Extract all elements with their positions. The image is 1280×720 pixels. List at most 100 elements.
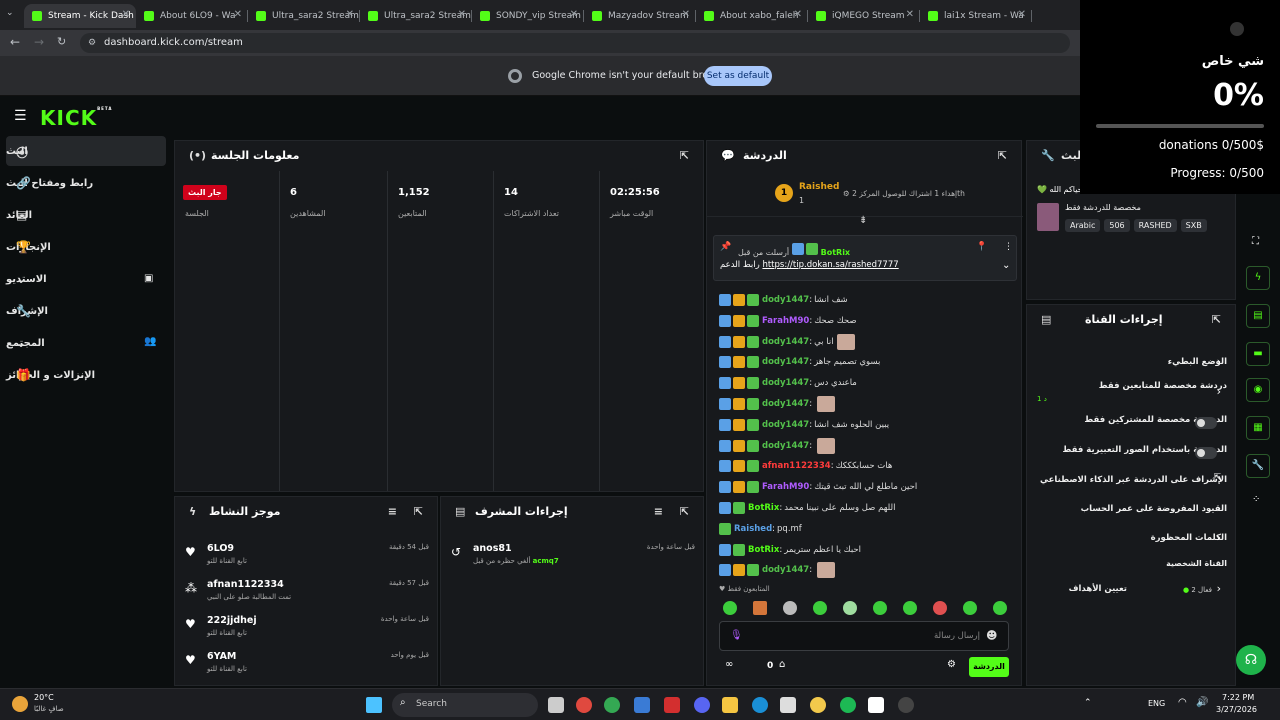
more-icon[interactable]: ⋮: [1004, 242, 1013, 252]
edge-icon[interactable]: [752, 697, 768, 713]
sidebar-item-moderation[interactable]: 🔧 الإشراف: [6, 296, 166, 326]
chat-username[interactable]: Raished: [734, 524, 772, 534]
app-icon[interactable]: [898, 697, 914, 713]
followers-only-row[interactable]: دردشة مخصصة للمتابعين فقط: [1037, 381, 1227, 399]
emoji-icon[interactable]: ☻: [986, 629, 997, 642]
reload-icon[interactable]: ↻: [57, 35, 66, 48]
wrench-icon[interactable]: 🔧: [1246, 454, 1270, 478]
tab[interactable]: SONDY_vip Stream ✕: [472, 4, 584, 28]
emote-icon[interactable]: [963, 601, 977, 615]
goals-row[interactable]: تعيين الأهداف: [1037, 584, 1127, 602]
chat-username[interactable]: dody1447: [762, 441, 809, 451]
close-icon[interactable]: ✕: [794, 9, 802, 20]
chrome-icon[interactable]: [576, 697, 592, 713]
emote-icon[interactable]: [813, 601, 827, 615]
popout-icon[interactable]: ⇱: [998, 149, 1007, 162]
spotify-icon[interactable]: [840, 697, 856, 713]
tab[interactable]: About 6LO9 - Wa ✕: [136, 4, 248, 28]
chat-username[interactable]: dody1447: [762, 295, 809, 305]
mod-action-by[interactable]: acmq7: [533, 557, 559, 565]
set-default-button[interactable]: Set as default: [704, 66, 772, 86]
banned-words-row[interactable]: الكلمات المحظورة: [1037, 533, 1227, 551]
close-icon[interactable]: ✕: [570, 9, 578, 20]
popout-icon[interactable]: ⇱: [1212, 313, 1221, 326]
activity-user[interactable]: 6YAM: [207, 651, 236, 662]
app-icon[interactable]: [634, 697, 650, 713]
tab[interactable]: About xabo_faleh ✕: [696, 4, 808, 28]
taskbar-search[interactable]: ⌕ Search: [392, 693, 538, 717]
chat-username[interactable]: FarahM90: [762, 316, 809, 326]
store-icon[interactable]: [780, 697, 796, 713]
tray-chevron-icon[interactable]: ⌃: [1084, 698, 1092, 708]
chat-username[interactable]: dody1447: [762, 337, 809, 347]
chevron-right-icon[interactable]: ›: [1217, 385, 1221, 398]
activity-user[interactable]: 6LO9: [207, 543, 234, 554]
fullscreen-icon[interactable]: ⛶: [1252, 236, 1259, 247]
chat-username[interactable]: BotRix: [748, 503, 779, 513]
chevron-down-icon[interactable]: ⌄: [1002, 260, 1010, 271]
chat-username[interactable]: dody1447: [762, 378, 809, 388]
slow-mode-row[interactable]: الوضع البطيء: [1037, 357, 1227, 375]
unpin-icon[interactable]: 📍: [976, 242, 987, 252]
language-indicator[interactable]: ENG: [1148, 699, 1165, 708]
pinned-user[interactable]: BotRix: [821, 248, 850, 257]
close-icon[interactable]: ✕: [234, 9, 242, 20]
tab[interactable]: Stream - Kick Dash ✕: [24, 4, 136, 28]
popout-icon[interactable]: ⇱: [414, 505, 423, 518]
subscribers-only-toggle[interactable]: [1195, 417, 1217, 429]
tag[interactable]: 506: [1104, 219, 1130, 232]
filter-icon[interactable]: ≡: [654, 505, 663, 518]
wifi-icon[interactable]: ◠: [1178, 697, 1187, 708]
chevron-right-icon[interactable]: ›: [1217, 582, 1221, 595]
chrome-icon[interactable]: [604, 697, 620, 713]
tab[interactable]: iQMEGO Stream ✕: [808, 4, 920, 28]
close-icon[interactable]: ✕: [346, 9, 354, 20]
app-icon[interactable]: [810, 697, 826, 713]
close-icon[interactable]: ✕: [122, 9, 130, 20]
chevron-right-icon[interactable]: ›: [1217, 531, 1221, 544]
folder-icon[interactable]: [722, 697, 738, 713]
tag[interactable]: RASHED: [1133, 219, 1177, 232]
goal-user[interactable]: Raished: [799, 182, 839, 192]
chat-username[interactable]: dody1447: [762, 399, 809, 409]
back-icon[interactable]: ←: [10, 35, 20, 49]
app-icon[interactable]: [868, 697, 884, 713]
clock-date[interactable]: 3/27/2026: [1216, 705, 1257, 714]
sidebar-item-achievements[interactable]: 🏆 الإنجازات: [6, 232, 166, 262]
emote-icon[interactable]: [993, 601, 1007, 615]
mod-action-user[interactable]: anos81: [473, 543, 512, 554]
sidebar-item-drops[interactable]: 🎁 الإنزالات و الجوائز: [6, 360, 166, 390]
emote-icon[interactable]: [753, 601, 767, 615]
acrobat-icon[interactable]: [664, 697, 680, 713]
sidebar-item-stream[interactable]: ⦿ البث: [6, 136, 166, 166]
lightning-icon[interactable]: ϟ: [1246, 266, 1270, 290]
sidebar-item-stream-key[interactable]: 🔗 رابط ومفتاح البث: [6, 168, 166, 198]
layout-icon[interactable]: ▦: [1246, 416, 1270, 440]
mic-icon[interactable]: 🎙: [730, 630, 743, 641]
chat-bubble-icon[interactable]: ▬: [1246, 342, 1270, 366]
ai-moderation-row[interactable]: الإشراف على الدردشة عبر الذكاء الاصطناعي: [1037, 475, 1227, 493]
pinned-link[interactable]: https://tip.dokan.sa/rashed7777: [762, 260, 898, 270]
close-icon[interactable]: ✕: [682, 9, 690, 20]
chat-username[interactable]: FarahM90: [762, 482, 809, 492]
document-icon[interactable]: ▤: [1246, 304, 1270, 328]
tab[interactable]: Ultra_sara2 Stream ✕: [360, 4, 472, 28]
sidebar-item-studio[interactable]: ⌄ الاستديو ▣: [6, 264, 166, 294]
emote-icon[interactable]: [873, 601, 887, 615]
chat-username[interactable]: BotRix: [748, 545, 779, 555]
tab[interactable]: lai1x Stream - Wa ✕: [920, 4, 1032, 28]
tag[interactable]: Arabic: [1065, 219, 1101, 232]
popout-icon[interactable]: ⇱: [680, 149, 689, 162]
activity-user[interactable]: afnan1122334: [207, 579, 284, 590]
tag[interactable]: SXB: [1180, 219, 1207, 232]
chevron-right-icon[interactable]: ›: [1217, 502, 1221, 515]
site-info-icon[interactable]: ⚙: [88, 33, 96, 53]
account-age-row[interactable]: القيود المفروضة على عمر الحساب: [1037, 504, 1227, 522]
chat-username[interactable]: dody1447: [762, 420, 809, 430]
sidebar-item-revenue[interactable]: ▤ العائد: [6, 200, 166, 230]
more-icon[interactable]: ⁘: [1252, 494, 1260, 505]
filter-icon[interactable]: ≡: [388, 505, 397, 518]
help-icon[interactable]: ☊: [1236, 645, 1266, 675]
clock-time[interactable]: 7:22 PM: [1222, 693, 1254, 702]
popout-icon[interactable]: ⇱: [680, 505, 689, 518]
